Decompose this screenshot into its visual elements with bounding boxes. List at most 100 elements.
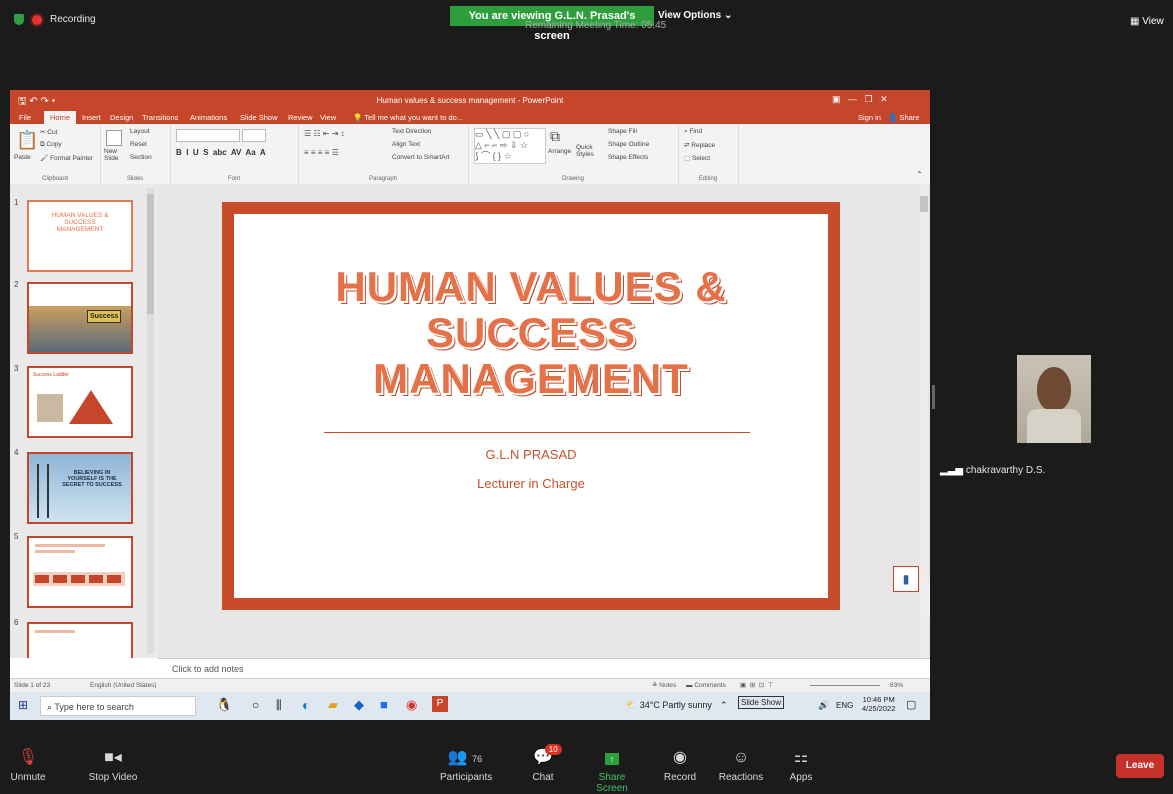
chrome-icon[interactable]: ◉ bbox=[406, 697, 417, 713]
arrange-button[interactable]: Arrange bbox=[548, 148, 571, 155]
windows-start-icon[interactable]: ⊞ bbox=[18, 698, 28, 712]
find-button[interactable]: ⌕ Find bbox=[684, 128, 702, 136]
powerpoint-taskbar-icon[interactable]: P bbox=[432, 696, 448, 712]
stop-video-button[interactable]: ■◂ Stop Video bbox=[88, 748, 138, 783]
align-buttons[interactable]: ≡ ≡ ≡ ≡ ☰ bbox=[304, 148, 339, 157]
select-button[interactable]: ⬚ Select bbox=[684, 154, 710, 162]
multitask-icon[interactable]: ⫼ bbox=[276, 698, 282, 713]
new-slide-icon[interactable] bbox=[106, 130, 122, 146]
participant-video[interactable] bbox=[1017, 355, 1091, 443]
tray-chevron-icon[interactable]: ⌃ bbox=[720, 700, 728, 711]
shape-fill-button[interactable]: Shape Fill bbox=[608, 128, 637, 135]
thumbnail-slide-1[interactable]: HUMAN VALUES & SUCCESS MANAGEMENT bbox=[27, 200, 133, 272]
view-buttons[interactable]: ▣ ⊞ ⊡ ⊤ bbox=[740, 679, 774, 693]
paste-button[interactable]: Paste bbox=[14, 154, 31, 161]
new-slide-button[interactable]: New Slide bbox=[104, 148, 126, 162]
font-name-box[interactable] bbox=[176, 129, 240, 142]
zoom-level[interactable]: 83% bbox=[890, 679, 903, 693]
notification-icon[interactable]: ▢ bbox=[906, 698, 916, 711]
tab-view[interactable]: View bbox=[320, 113, 336, 122]
store-icon[interactable]: ◆ bbox=[354, 697, 364, 713]
chat-button[interactable]: 💬 10 Chat bbox=[528, 744, 562, 783]
format-painter-button[interactable]: 🖌 Format Painter bbox=[40, 154, 93, 162]
shape-effects-button[interactable]: Shape Effects bbox=[608, 154, 648, 161]
view-button[interactable]: ▦ View bbox=[1130, 16, 1164, 27]
security-shield-icon[interactable] bbox=[14, 14, 24, 25]
unmute-button[interactable]: 🎙 Unmute bbox=[8, 748, 48, 783]
window-controls[interactable]: ▣ — ❐ ✕ bbox=[832, 94, 888, 105]
notes-pane[interactable]: Click to add notes bbox=[158, 658, 930, 678]
scroll-thumb[interactable] bbox=[920, 196, 928, 212]
font-format-buttons[interactable]: B I U S abc AV Aa A bbox=[176, 148, 266, 157]
taskbar-search[interactable]: ⌕ Type here to search bbox=[40, 696, 196, 716]
tab-insert[interactable]: Insert bbox=[82, 113, 101, 122]
paste-icon[interactable]: 📋 bbox=[16, 130, 38, 151]
bookmark-icon[interactable]: ▮ bbox=[893, 566, 919, 592]
shapes-gallery[interactable]: ▭ ╲ ╲ ▢ ▢ ○ △ ⌐ ⌐ ⇨ ⇩ ☆ ⟆ ⌒ { } ☆ bbox=[474, 128, 546, 164]
share-button[interactable]: 👤 Share bbox=[888, 113, 919, 122]
slide-role[interactable]: Lecturer in Charge bbox=[234, 476, 828, 491]
tab-transitions[interactable]: Transitions bbox=[142, 113, 178, 122]
slide-thumbnail-pane[interactable]: 1 HUMAN VALUES & SUCCESS MANAGEMENT 2 Su… bbox=[10, 184, 158, 658]
collapse-ribbon-icon[interactable]: ⌃ bbox=[916, 170, 923, 179]
tab-design[interactable]: Design bbox=[110, 113, 133, 122]
text-line bbox=[35, 630, 75, 633]
thumbnail-slide-5[interactable] bbox=[27, 536, 133, 608]
font-size-box[interactable] bbox=[242, 129, 266, 142]
comments-toggle[interactable]: ▬ Comments bbox=[686, 679, 726, 693]
thumbnail-scrollbar[interactable] bbox=[147, 188, 154, 654]
shape-outline-button[interactable]: Shape Outline bbox=[608, 141, 649, 148]
tab-slide-show[interactable]: Slide Show bbox=[240, 113, 278, 122]
text-direction-button[interactable]: Text Direction bbox=[392, 128, 431, 135]
layout-button[interactable]: Layout bbox=[130, 128, 150, 135]
participant-name: chakravarthy D.S. bbox=[965, 465, 1046, 476]
edge-icon[interactable]: ◐ bbox=[302, 697, 310, 713]
volume-icon[interactable]: 🔊 bbox=[818, 700, 829, 711]
language-status[interactable]: English (United States) bbox=[90, 679, 156, 693]
slides-group-label: Slides bbox=[126, 176, 144, 182]
current-slide[interactable]: HUMAN VALUES & SUCCESS MANAGEMENT G.L.N … bbox=[222, 202, 840, 610]
clock[interactable]: 10:46 PM 4/25/2022 bbox=[862, 695, 895, 713]
notes-toggle[interactable]: ≙ Notes bbox=[652, 679, 676, 693]
thumbnail-slide-4[interactable]: BELIEVING IN YOURSELF IS THE SECRET TO S… bbox=[27, 452, 133, 524]
align-text-button[interactable]: Align Text bbox=[392, 141, 420, 148]
convert-smartart-button[interactable]: Convert to SmartArt bbox=[392, 154, 449, 161]
thumbnail-slide-2[interactable]: Success bbox=[27, 282, 133, 354]
cut-button[interactable]: ✂ Cut bbox=[40, 128, 57, 136]
copy-button[interactable]: ⧉ Copy bbox=[40, 141, 62, 149]
leave-button[interactable]: Leave bbox=[1116, 754, 1164, 778]
zoom-app-icon[interactable]: ■ bbox=[380, 697, 388, 712]
quick-styles-button[interactable]: Quick Styles bbox=[576, 144, 600, 158]
list-buttons[interactable]: ☰ ☷ ⇤ ⇥ ↕ bbox=[304, 129, 345, 138]
weather-widget[interactable]: ⛅ 34°C Partly sunny bbox=[626, 700, 712, 711]
participants-button[interactable]: 👥 76 Participants bbox=[440, 748, 492, 783]
file-explorer-icon[interactable]: ▰ bbox=[328, 697, 338, 713]
sign-in-link[interactable]: Sign in bbox=[858, 113, 881, 122]
scroll-thumb[interactable] bbox=[147, 194, 154, 314]
thumbnail-slide-3[interactable]: Success Ladder bbox=[27, 366, 133, 438]
zoom-slider[interactable] bbox=[810, 685, 880, 686]
slide-title[interactable]: HUMAN VALUES & SUCCESS MANAGEMENT bbox=[234, 264, 828, 402]
slide-show-tray[interactable]: Slide Show bbox=[738, 696, 785, 709]
tab-home[interactable]: Home bbox=[44, 111, 77, 124]
slide-author[interactable]: G.L.N PRASAD bbox=[234, 447, 828, 462]
replace-button[interactable]: ⇄ Replace bbox=[684, 141, 715, 149]
apps-button[interactable]: ⚏ Apps bbox=[786, 748, 816, 783]
section-button[interactable]: Section bbox=[130, 154, 152, 161]
tab-animations[interactable]: Animations bbox=[190, 113, 227, 122]
view-options-button[interactable]: View Options ⌄ bbox=[658, 10, 732, 21]
tell-me-box[interactable]: 💡 Tell me what you want to do... bbox=[353, 113, 463, 122]
language-indicator[interactable]: ENG bbox=[836, 701, 853, 710]
panel-resize-handle[interactable] bbox=[932, 385, 935, 409]
reset-button[interactable]: Reset bbox=[130, 141, 147, 148]
tab-review[interactable]: Review bbox=[288, 113, 313, 122]
record-button[interactable]: ◉ Record bbox=[662, 748, 698, 783]
reactions-button[interactable]: ☺ Reactions bbox=[718, 748, 764, 783]
arrange-icon[interactable]: ⧉ bbox=[550, 128, 560, 145]
tab-file[interactable]: File bbox=[19, 113, 31, 122]
share-screen-button[interactable]: ↑ Share Screen bbox=[584, 748, 640, 794]
task-view-icon[interactable]: ○ bbox=[252, 698, 259, 712]
thumbnail-slide-6[interactable] bbox=[27, 622, 133, 658]
cortana-icon[interactable]: 🐧 bbox=[216, 697, 232, 713]
slide-show-label: Slide Show bbox=[738, 696, 785, 709]
